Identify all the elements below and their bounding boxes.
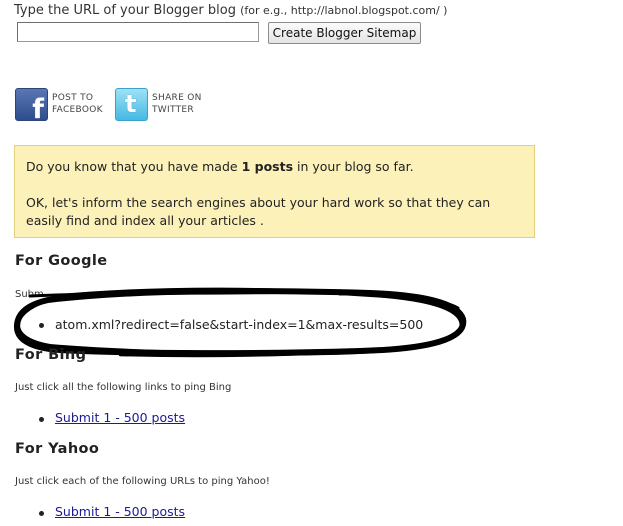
share-twitter-label: SHARE ON TWITTER [152,93,202,115]
share-twitter-button[interactable]: t SHARE ON TWITTER [115,87,202,121]
facebook-icon: f [15,87,48,121]
create-sitemap-button[interactable]: Create Blogger Sitemap [268,22,421,44]
post-count-message: Do you know that you have made 1 posts i… [26,159,414,174]
bing-heading: For Bing [15,347,87,363]
inform-search-engines-message: OK, let's inform the search engines abou… [26,195,491,228]
share-facebook-button[interactable]: f POST TO FACEBOOK [15,87,103,121]
yahoo-heading: For Yahoo [15,441,100,457]
yahoo-submit-link[interactable]: Submit 1 - 500 posts [55,504,185,519]
share-facebook-label: POST TO FACEBOOK [52,93,103,115]
blog-url-input[interactable] [17,22,259,42]
twitter-icon: t [115,87,148,121]
google-heading: For Google [15,253,108,269]
post-count: 1 posts [241,159,294,174]
bing-instruction: Just click all the following links to pi… [15,382,232,393]
yahoo-bullet [39,511,44,516]
bing-submit-link[interactable]: Submit 1 - 500 posts [55,410,185,425]
url-label: Type the URL of your Blogger blog (for e… [14,3,447,18]
post-count-info-box: Do you know that you have made 1 posts i… [14,145,535,238]
yahoo-instruction: Just click each of the following URLs to… [15,476,270,487]
url-label-text: Type the URL of your Blogger blog [14,3,236,18]
url-example-hint: (for e.g., http://labnol.blogspot.com/ ) [240,4,448,17]
bing-bullet [39,417,44,422]
